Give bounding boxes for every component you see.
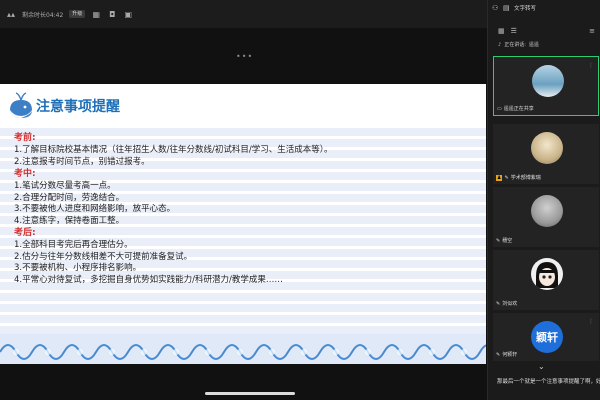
list-item: 2.估分与往年分数线相差不大可提前准备复试。: [14, 251, 193, 262]
section-heading: 考后:: [14, 228, 36, 238]
anime-avatar-icon: [536, 262, 558, 288]
share-icon[interactable]: ▣: [123, 10, 133, 19]
signal-icon: ▴▴: [6, 9, 16, 19]
avatar: [531, 132, 563, 164]
avatar: [532, 65, 564, 97]
list-item: 3.不要被机构、小程序排名影响。: [14, 263, 142, 273]
section-before: 考前: 1.了解目标院校基本情况（往年招生人数/往年分数线/初试科目/学习、生活…: [14, 132, 484, 168]
list-item: 4.注意练字，保持卷面工整。: [14, 215, 125, 226]
list-item: 1.了解目标院校基本情况（往年招生人数/往年分数线/初试科目/学习、生活成本等）…: [14, 145, 333, 155]
panel-header: ⚇ ▤ 文字转写: [488, 0, 600, 16]
top-bar: ▴▴ 剩余时长04:42 升级 ▦ ◘ ▣: [0, 0, 487, 28]
shared-slide: 注意事项提醒 考前: 1.了解目标院校基本情况（往年招生人数/往年分数线/初试科…: [0, 84, 486, 364]
mic-off-icon: ✎: [504, 174, 509, 181]
home-indicator: [205, 392, 295, 395]
participant-tile[interactable]: ♟ ✎ 学术部博紫瑞: [493, 124, 599, 184]
qr-icon[interactable]: ▦: [91, 10, 101, 19]
participant-name: ✎ 刘似欢: [496, 300, 518, 308]
participant-name: ▭ 遥遥正在共享: [497, 105, 534, 113]
list-item: 3.不要被他人进度和网络影响，放平心态。: [14, 204, 176, 214]
panel-title: 文字转写: [514, 6, 537, 12]
mic-icon: ♪: [498, 41, 502, 48]
mic-off-icon: ✎: [496, 237, 501, 244]
more-dots-icon[interactable]: •••: [236, 52, 253, 61]
mic-off-icon: ✎: [496, 300, 501, 307]
tile-menu-icon[interactable]: ⋮: [588, 318, 594, 325]
panel-toolbar: ▦ ☰ ≡: [488, 26, 600, 36]
remaining-time: 剩余时长04:42: [22, 11, 64, 19]
live-caption: 那最后一个就是一个注意事项提醒了啊，好，我们来看一下前…: [497, 379, 600, 385]
section-during: 考中: 1.笔试分数尽量考高一点。 2.合理分配时间，劳逸结合。 3.不要被他人…: [14, 168, 484, 227]
gallery-view-icon[interactable]: ▦: [498, 27, 505, 35]
participant-name: ✎ 何颖轩: [496, 351, 518, 359]
list-item: 2.合理分配时间，劳逸结合。: [14, 192, 125, 203]
upgrade-badge[interactable]: 升级: [69, 10, 86, 18]
screen-share-icon: ▭: [497, 105, 502, 112]
menu-icon[interactable]: ≡: [589, 27, 595, 35]
section-heading: 考前:: [14, 133, 36, 143]
slide-content: 考前: 1.了解目标院校基本情况（往年招生人数/往年分数线/初试科目/学习、生活…: [14, 132, 484, 286]
tile-menu-icon[interactable]: ⋮: [588, 62, 594, 69]
participant-tile[interactable]: ✎ 穗空: [493, 187, 599, 247]
participant-tile[interactable]: ▭ 遥遥正在共享: [493, 56, 599, 116]
chevron-down-icon[interactable]: ⌄: [538, 362, 545, 371]
mic-off-icon: ✎: [496, 351, 501, 358]
participant-name: ✎ 穗空: [496, 237, 513, 245]
participant-tile[interactable]: ✎ 刘似欢: [493, 250, 599, 310]
host-badge-icon: ♟: [496, 174, 503, 181]
whale-icon: [10, 92, 32, 118]
camera-icon[interactable]: ◘: [107, 10, 117, 19]
list-view-icon[interactable]: ☰: [511, 27, 517, 35]
people-icon[interactable]: ⚇: [492, 4, 500, 12]
speaking-indicator: ♪ 正在讲话: 遥遥: [498, 41, 539, 49]
avatar: [531, 195, 563, 227]
list-item: 1.笔试分数尽量考高一点。: [14, 181, 116, 191]
list-item: 2.注意报考时间节点，别错过报考。: [14, 156, 150, 167]
section-after: 考后: 1.全部科目考完后再合理估分。 2.估分与往年分数线相差不大可提前准备复…: [14, 227, 484, 286]
avatar: 颖轩: [531, 321, 563, 353]
transcript-icon[interactable]: ▤: [503, 4, 511, 12]
participant-tile[interactable]: 颖轩 ✎ 何颖轩: [493, 313, 599, 361]
speaking-name: 遥遥: [528, 42, 539, 48]
list-item: 4.平常心对待复试，多挖掘自身优势如实践能力/科研潜力/教学成果……: [14, 274, 283, 285]
section-heading: 考中:: [14, 169, 36, 179]
speaking-label: 正在讲话:: [504, 42, 526, 48]
meeting-screen: ▴▴ 剩余时长04:42 升级 ▦ ◘ ▣ ••• 注意事项提醒 考前: 1.了…: [0, 0, 600, 400]
avatar: [531, 258, 563, 290]
participant-name: ♟ ✎ 学术部博紫瑞: [496, 174, 541, 181]
list-item: 1.全部科目考完后再合理估分。: [14, 240, 133, 250]
wave-decoration: [0, 334, 486, 364]
slide-title: 注意事项提醒: [36, 99, 120, 115]
